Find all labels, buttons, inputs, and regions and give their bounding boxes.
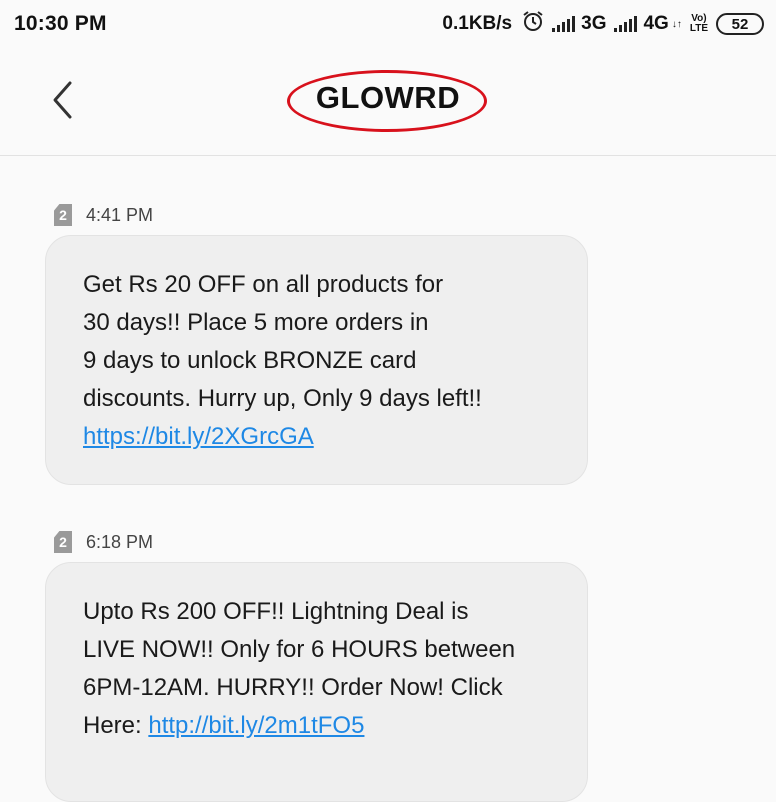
message-line: Here: <box>83 712 149 739</box>
message-bubble[interactable]: Get Rs 20 OFF on all products for 30 day… <box>45 235 588 485</box>
status-time: 10:30 PM <box>14 12 107 35</box>
net-speed: 0.1KB/s <box>442 13 513 34</box>
message-line: 9 days to unlock BRONZE card <box>83 347 417 374</box>
message-time: 6:18 PM <box>86 531 154 552</box>
status-bar: 10:30 PM 0.1KB/s 3G 4G ↓↑ Vo) LTE 52 <box>0 0 776 48</box>
annotation-circle <box>287 70 487 132</box>
volte-bottom: LTE <box>689 23 708 34</box>
conversation-header: GLOWRD <box>0 48 776 156</box>
message-time: 4:41 PM <box>86 204 154 225</box>
message-link[interactable]: https://bit.ly/2XGrcGA <box>83 423 314 450</box>
signal-icon <box>552 16 576 32</box>
status-icons: 0.1KB/s 3G 4G ↓↑ Vo) LTE 52 <box>442 10 764 38</box>
message-meta: 2 4:41 PM <box>54 204 153 226</box>
data-arrows-icon: ↓↑ <box>671 18 682 30</box>
message-link[interactable]: http://bit.ly/2m1tFO5 <box>148 712 364 739</box>
message-line: Upto Rs 200 OFF!! Lightning Deal is <box>83 598 469 625</box>
message-line: LIVE NOW!! Only for 6 HOURS between <box>83 636 516 663</box>
message-line: Get Rs 20 OFF on all products for <box>83 271 444 298</box>
network-4g: 4G <box>643 13 669 34</box>
message-line: discounts. Hurry up, Only 9 days left!! <box>83 385 482 412</box>
signal-icon <box>614 16 638 32</box>
message-bubble[interactable]: Upto Rs 200 OFF!! Lightning Deal is LIVE… <box>45 562 588 802</box>
sim-icon: 2 <box>54 531 72 553</box>
alarm-icon <box>522 10 544 38</box>
volte-icon: Vo) LTE <box>690 14 708 34</box>
sim-icon: 2 <box>54 204 72 226</box>
message-meta: 2 6:18 PM <box>54 531 153 553</box>
battery-icon: 52 <box>716 13 764 35</box>
network-3g: 3G <box>581 13 607 34</box>
message-line: 30 days!! Place 5 more orders in <box>83 309 429 336</box>
message-list[interactable]: 2 4:41 PM Get Rs 20 OFF on all products … <box>0 157 776 802</box>
message-line: 6PM-12AM. HURRY!! Order Now! Click <box>83 674 503 701</box>
